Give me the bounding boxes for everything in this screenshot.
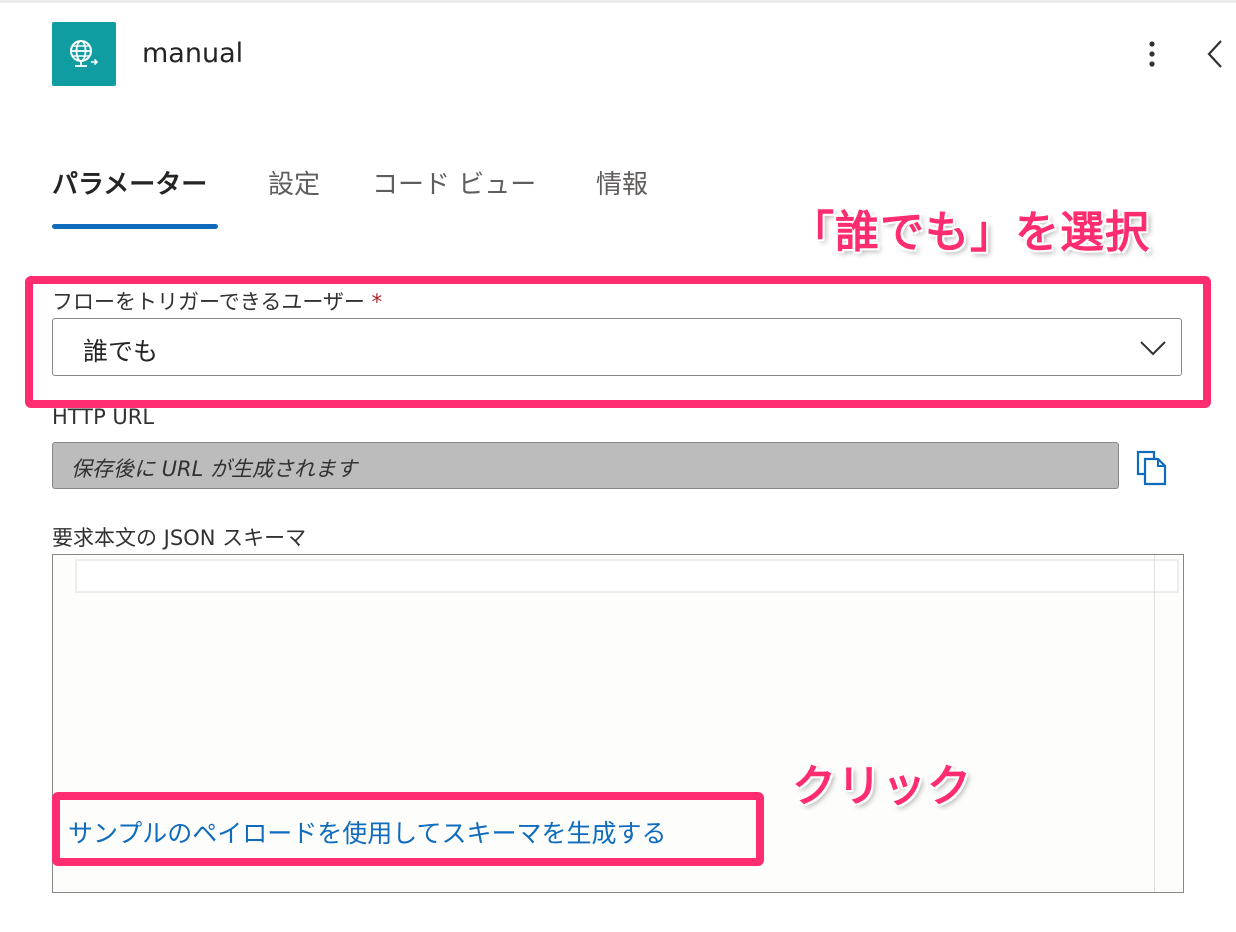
tab-parameters[interactable]: パラメーター (52, 164, 207, 201)
highlight-box-link (52, 792, 764, 866)
tab-about[interactable]: 情報 (596, 164, 648, 201)
active-tab-indicator (52, 224, 218, 229)
http-globe-icon (52, 22, 116, 86)
schema-label: 要求本文の JSON スキーマ (52, 526, 307, 550)
top-border (0, 0, 1236, 3)
http-url-field: 保存後に URL が生成されます (52, 442, 1119, 489)
highlight-box-dropdown (25, 276, 1211, 408)
schema-editor-line[interactable] (75, 559, 1179, 593)
more-options-icon[interactable] (1136, 36, 1168, 72)
tab-code-view[interactable]: コード ビュー (372, 164, 536, 201)
annotation-select-anyone: 「誰でも」を選択 (790, 207, 1150, 258)
copy-icon[interactable] (1134, 448, 1170, 488)
annotation-click: クリック (792, 761, 972, 812)
http-url-value: 保存後に URL が生成されます (71, 457, 358, 481)
http-url-label: HTTP URL (52, 405, 155, 429)
action-title: manual (142, 38, 244, 69)
schema-editor-scrollbar[interactable] (1154, 555, 1155, 892)
collapse-panel-icon[interactable] (1200, 36, 1230, 72)
tab-settings[interactable]: 設定 (268, 164, 320, 201)
